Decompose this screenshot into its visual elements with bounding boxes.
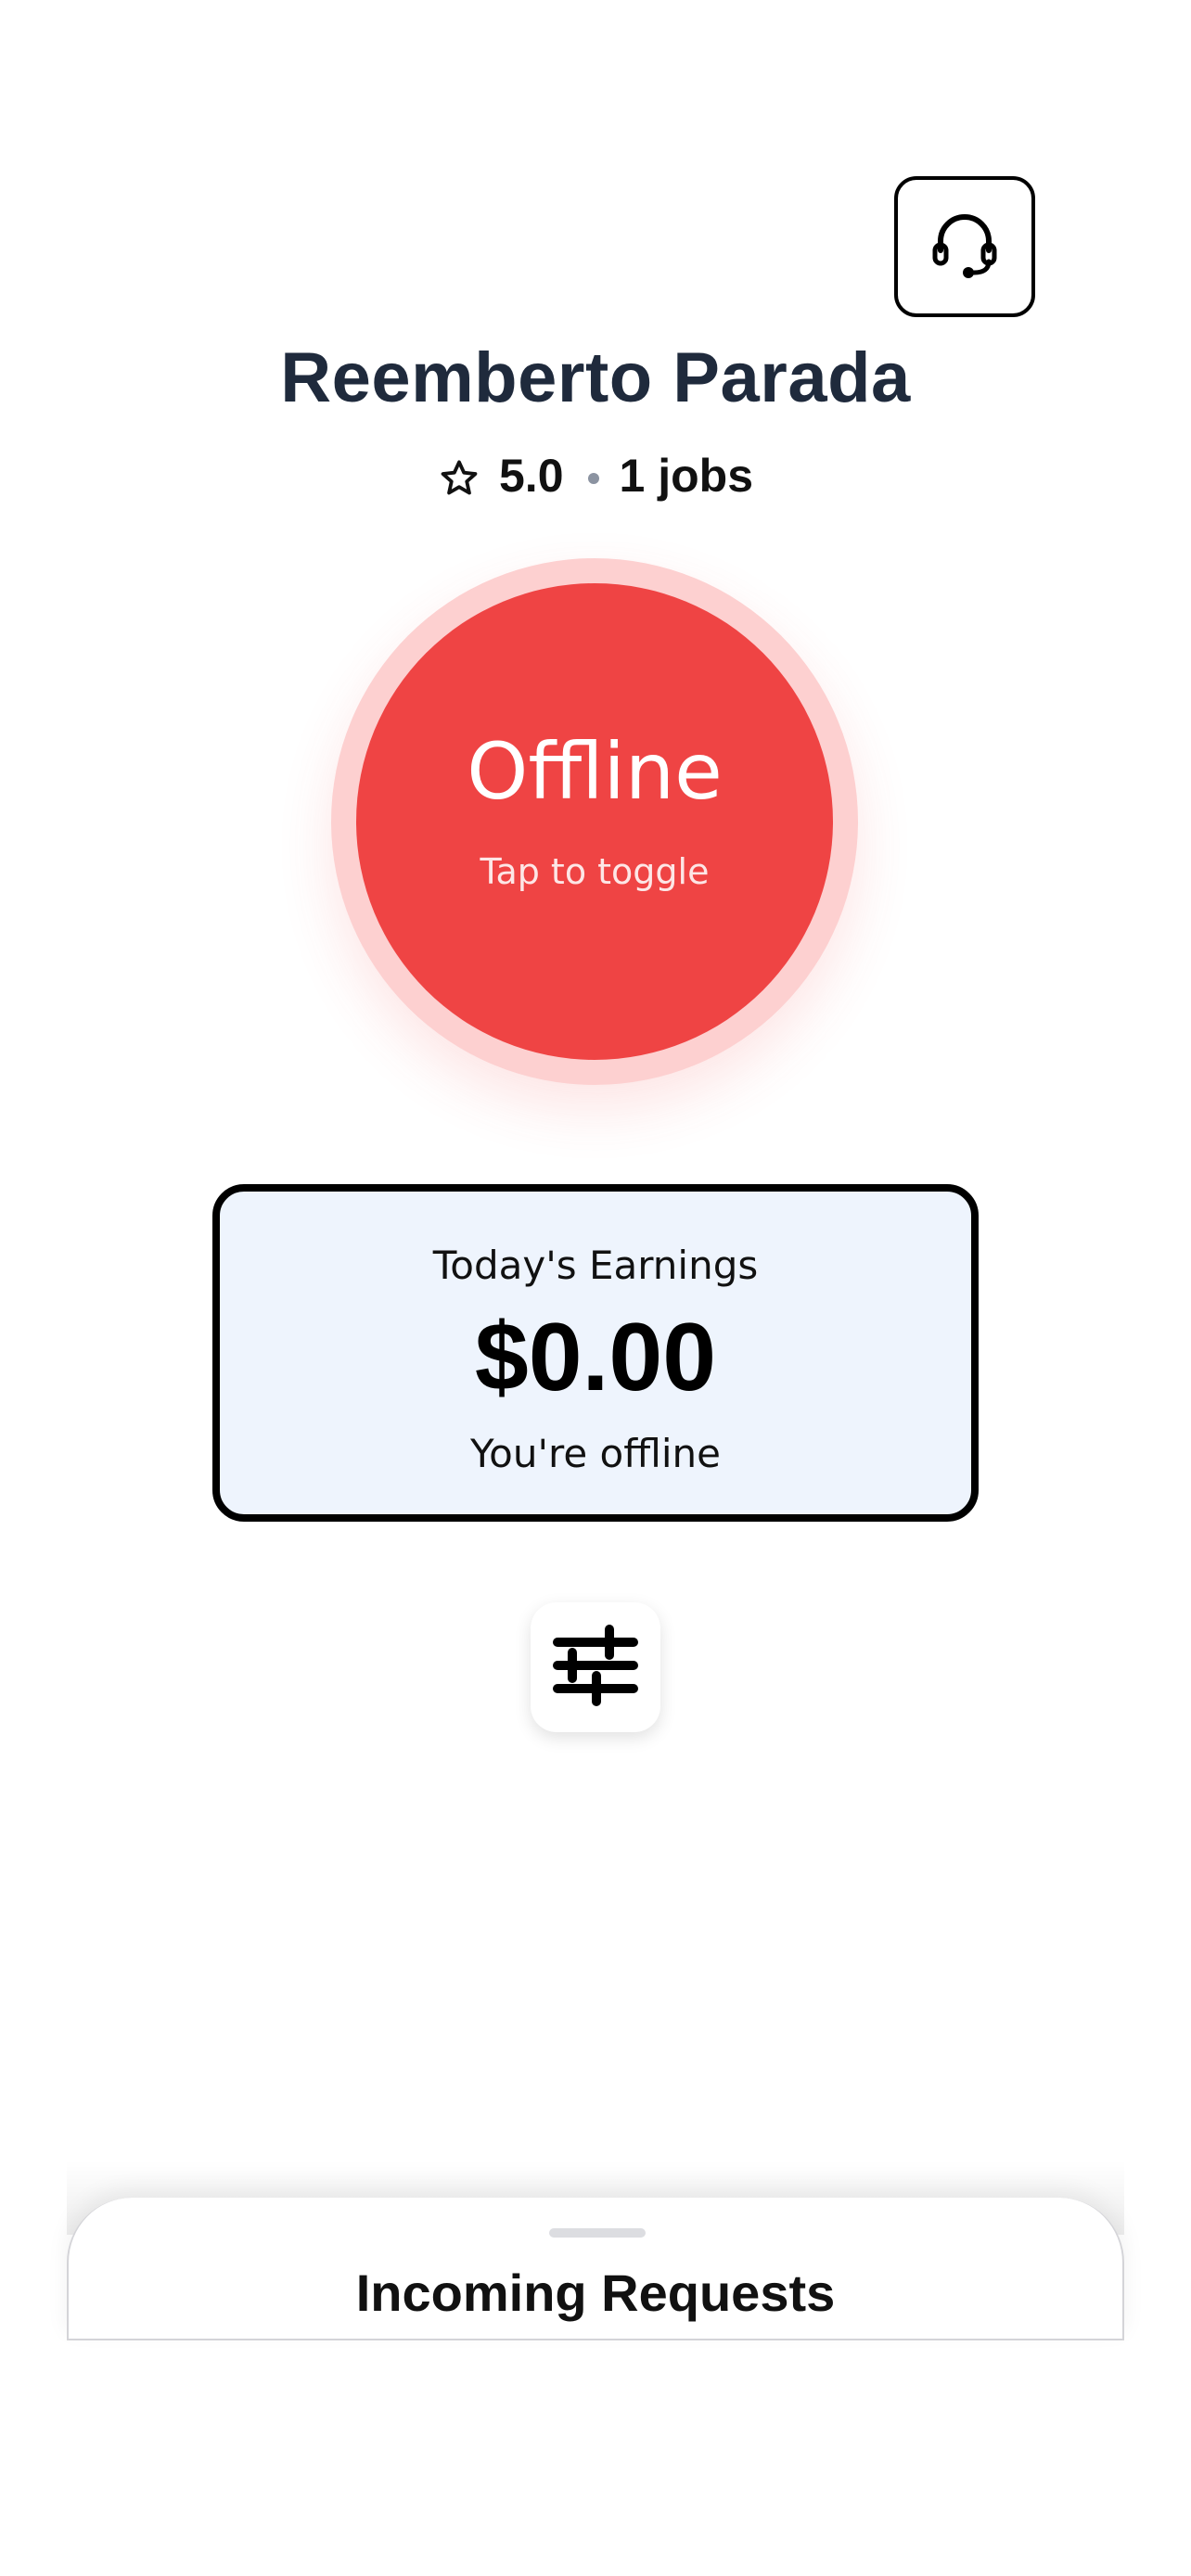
separator-dot [587,473,599,484]
rating-row: 5.0 1 jobs [0,443,1191,508]
earnings-label: Today's Earnings [432,1243,759,1288]
toggle-hint: Tap to toggle [480,851,710,892]
earnings-amount: $0.00 [474,1304,717,1411]
sheet-title: Incoming Requests [355,2264,836,2322]
rating-value: 5.0 [499,450,564,502]
status-toggle-button[interactable]: Offline Tap to toggle [356,583,833,1060]
sliders-icon [544,1614,647,1721]
status-label: Offline [467,726,723,817]
driver-name: Reemberto Parada [280,338,911,417]
star-outline-icon [441,460,478,495]
filter-button[interactable] [531,1602,660,1732]
support-button[interactable] [894,176,1035,317]
incoming-requests-sheet[interactable]: Incoming Requests [67,2198,1124,2340]
jobs-count: 1 jobs [619,450,753,502]
earnings-status: You're offline [470,1431,721,1476]
headset-icon [928,208,1002,287]
sheet-drag-handle[interactable] [549,2228,646,2238]
earnings-card: Today's Earnings $0.00 You're offline [212,1184,979,1522]
